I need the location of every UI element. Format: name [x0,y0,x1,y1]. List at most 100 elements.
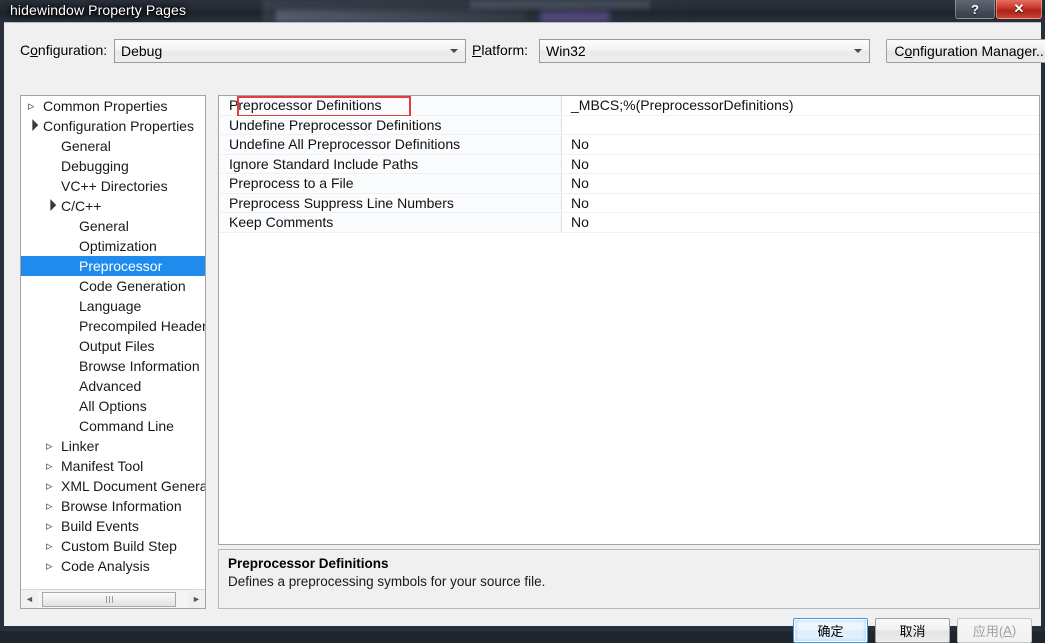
property-value[interactable]: No [562,174,1039,193]
tree-item-label: Browse Information [79,358,200,374]
description-text: Defines a preprocessing symbols for your… [228,574,546,589]
tree-item-linker[interactable]: Linker [21,436,205,456]
chevron-right-icon[interactable] [45,496,58,516]
property-value[interactable]: No [562,213,1039,232]
property-grid[interactable]: Preprocessor Definitions _MBCS;%(Preproce… [218,95,1040,545]
chevron-down-icon[interactable] [27,120,40,133]
tree-item-manifest-tool[interactable]: Manifest Tool [21,456,205,476]
property-name: Preprocess Suppress Line Numbers [219,193,562,212]
tree-item-preprocessor[interactable]: Preprocessor [21,256,205,276]
property-value[interactable]: No [562,154,1039,173]
platform-select-value: Win32 [546,43,586,59]
property-pages-dialog: hidewindow Property Pages ? ✕ Configurat… [0,0,1045,643]
property-name-label: Preprocess to a File [229,175,354,192]
tree-item-code-analysis[interactable]: Code Analysis [21,556,205,576]
property-name: Preprocess to a File [219,174,562,193]
property-name: Undefine All Preprocessor Definitions [219,135,562,154]
property-row[interactable]: Undefine All Preprocessor Definitions No [219,135,1039,155]
tree-item-xml-document-generat[interactable]: XML Document Generat [21,476,205,496]
tree-item-advanced[interactable]: Advanced [21,376,205,396]
property-row[interactable]: Ignore Standard Include Paths No [219,154,1039,174]
property-row[interactable]: Preprocessor Definitions _MBCS;%(Preproce… [219,96,1039,117]
tree-item-label: Build Events [61,518,139,534]
property-value[interactable]: _MBCS;%(PreprocessorDefinitions) [562,96,1039,115]
chevron-down-icon[interactable] [45,200,58,213]
property-value[interactable]: No [562,193,1039,212]
chevron-right-icon[interactable] [27,96,40,116]
tree-item-configuration-properties[interactable]: Configuration Properties [21,116,205,136]
tree-item-language[interactable]: Language [21,296,205,316]
property-row[interactable]: Preprocess to a File No [219,174,1039,194]
platform-label: Platform: [472,42,529,58]
property-name: Preprocessor Definitions [219,96,562,117]
chevron-right-icon[interactable] [45,456,58,476]
help-icon[interactable]: ? [955,0,995,19]
tree-item-label: Output Files [79,338,155,354]
property-value[interactable]: No [562,135,1039,154]
platform-select[interactable]: Win32 [539,39,870,63]
configuration-manager-button[interactable]: Co nfiguration Manager... [886,39,1045,63]
tree-item-label: Manifest Tool [61,458,144,474]
property-name: Undefine Preprocessor Definitions [219,115,562,134]
tree-item-label: VC++ Directories [61,178,168,194]
tree-item-precompiled-header[interactable]: Precompiled Header [21,316,205,336]
tree-item-browse-information[interactable]: Browse Information [21,496,205,516]
property-tree-items: Common Properties Configuration Propertie… [21,96,205,586]
tree-item-label: Preprocessor [79,258,163,274]
scrollbar-track[interactable] [38,590,188,608]
scroll-left-icon[interactable]: ◄ [21,590,38,608]
chevron-right-icon[interactable] [45,556,58,576]
tree-item-custom-build-step[interactable]: Custom Build Step [21,536,205,556]
tree-item-code-generation[interactable]: Code Generation [21,276,205,296]
tree-item-browse-information[interactable]: Browse Information [21,356,205,376]
tree-item-general[interactable]: General [21,136,205,156]
chevron-right-icon[interactable] [45,516,58,536]
tree-item-output-files[interactable]: Output Files [21,336,205,356]
tree-horizontal-scrollbar[interactable]: ◄ ► [21,589,205,608]
property-tree[interactable]: Common Properties Configuration Propertie… [20,95,206,609]
property-row[interactable]: Keep Comments No [219,213,1039,233]
tree-item-general[interactable]: General [21,216,205,236]
tree-item-debugging[interactable]: Debugging [21,156,205,176]
tree-item-label: Linker [61,438,100,454]
chevron-right-icon[interactable] [45,476,58,496]
tree-item-optimization[interactable]: Optimization [21,236,205,256]
tree-item-c-c[interactable]: C/C++ [21,196,205,216]
tree-item-all-options[interactable]: All Options [21,396,205,416]
scroll-right-icon[interactable]: ► [188,590,205,608]
tree-item-label: General [61,138,111,154]
tree-item-label: Command Line [79,418,174,434]
chevron-right-icon[interactable] [45,436,58,456]
property-name-label: Ignore Standard Include Paths [229,155,419,172]
property-value[interactable] [562,115,1039,134]
tree-item-build-events[interactable]: Build Events [21,516,205,536]
property-row[interactable]: Undefine Preprocessor Definitions [219,115,1039,135]
property-name-label: Preprocess Suppress Line Numbers [229,194,454,211]
configuration-select[interactable]: Debug [114,39,466,63]
tree-item-common-properties[interactable]: Common Properties [21,96,205,116]
tree-item-label: Debugging [61,158,129,174]
tree-item-label: Custom Build Step [61,538,177,554]
tree-item-vc-directories[interactable]: VC++ Directories [21,176,205,196]
tree-item-command-line[interactable]: Command Line [21,416,205,436]
tree-item-label: Code Analysis [61,558,150,574]
tree-item-label: Common Properties [43,98,168,114]
scrollbar-thumb[interactable] [42,591,176,607]
grip-line [111,595,113,603]
close-icon[interactable]: ✕ [996,0,1042,19]
chevron-down-icon [854,49,862,53]
chevron-right-icon[interactable] [45,536,58,556]
property-row[interactable]: Preprocess Suppress Line Numbers No [219,193,1039,213]
property-name-label: Preprocessor Definitions [229,97,382,114]
tree-item-label: C/C++ [61,198,102,214]
title-bar[interactable]: hidewindow Property Pages ? ✕ [0,0,1045,22]
caption-button-group: ? ✕ [955,0,1042,19]
